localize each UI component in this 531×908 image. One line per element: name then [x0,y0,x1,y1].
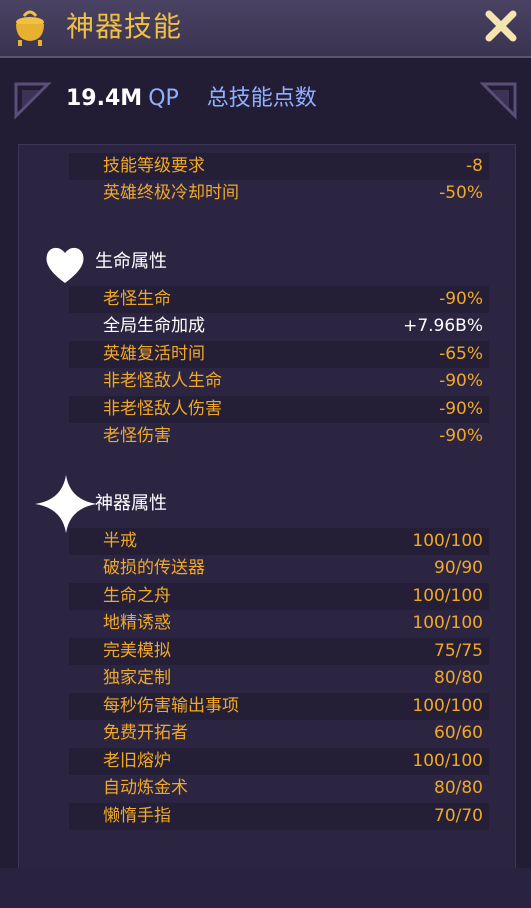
artifact-level: 100/100 [412,751,483,771]
sparkle-icon [35,475,97,533]
artifact-name: 自动炼金术 [103,778,188,798]
list-item: 半戒 100/100 [69,528,489,555]
skill-name: 全局生命加成 [103,316,205,336]
section-heading-life: 生命属性 [95,251,167,272]
list-item: 生命之舟 100/100 [69,583,489,610]
qp-value: 19.4M [66,86,143,111]
list-item: 技能等级要求 -8 [69,153,489,180]
artifact-level: 60/60 [434,723,483,743]
artifact-name: 完美模拟 [103,641,171,661]
qp-label: 总技能点数 [206,86,317,111]
skill-value: -50% [439,183,483,203]
artifact-level: 100/100 [412,696,483,716]
list-item: 老旧熔炉 100/100 [69,748,489,775]
artifact-name: 每秒伤害输出事项 [103,696,239,716]
list-item: 英雄复活时间 -65% [69,341,489,368]
skill-value: -90% [439,426,483,446]
bottom-bar [0,868,531,908]
skill-name: 英雄终极冷却时间 [103,183,239,203]
list-item: 英雄终极冷却时间 -50% [69,180,489,207]
list-item: 完美模拟 75/75 [69,638,489,665]
corner-ornament-icon [14,82,52,120]
skill-name: 老怪生命 [103,289,171,309]
skill-name: 非老怪敌人生命 [103,371,222,391]
artifact-skill-panel: 19.4M QP 总技能点数 技能等级要求 -8 英雄终极冷却时间 -50% 生命属… [0,58,531,908]
list-item: 独家定制 80/80 [69,665,489,692]
artifact-level: 70/70 [434,806,483,826]
total-qp: 19.4M QP 总技能点数 [66,82,317,116]
skill-value: -65% [439,344,483,364]
artifact-level: 100/100 [412,531,483,551]
artifact-level: 80/80 [434,668,483,688]
artifact-name: 半戒 [103,531,137,551]
skill-name: 英雄复活时间 [103,344,205,364]
artifact-name: 免费开拓者 [103,723,188,743]
artifact-name: 破损的传送器 [103,558,205,578]
artifact-name: 老旧熔炉 [103,751,171,771]
list-item: 全局生命加成 +7.96B% [69,313,489,340]
list-item: 非老怪敌人伤害 -90% [69,396,489,423]
list-item: 免费开拓者 60/60 [69,720,489,747]
list-item: 老怪生命 -90% [69,286,489,313]
title-bar: 神器技能 [0,0,531,58]
skill-value: -90% [439,399,483,419]
skill-value: -90% [439,289,483,309]
artifact-level: 100/100 [412,586,483,606]
artifact-level: 75/75 [434,641,483,661]
qp-header: 19.4M QP 总技能点数 [14,68,517,128]
list-item: 每秒伤害输出事项 100/100 [69,693,489,720]
page-title: 神器技能 [66,10,183,43]
heart-icon [46,247,84,283]
list-item: 老怪伤害 -90% [69,423,489,450]
skill-value: -8 [466,156,483,176]
skill-name: 非老怪敌人伤害 [103,399,222,419]
artifact-level: 90/90 [434,558,483,578]
skill-name: 技能等级要求 [103,156,205,176]
corner-ornament-icon [479,82,517,120]
artifact-level: 80/80 [434,778,483,798]
artifact-level: 100/100 [412,613,483,633]
artifact-name: 地精诱惑 [103,613,171,633]
list-item: 破损的传送器 90/90 [69,555,489,582]
artifact-name: 生命之舟 [103,586,171,606]
skill-value: +7.96B% [403,316,483,336]
artifact-name: 独家定制 [103,668,171,688]
list-item: 地精诱惑 100/100 [69,610,489,637]
list-item: 非老怪敌人生命 -90% [69,368,489,395]
skill-list[interactable]: 技能等级要求 -8 英雄终极冷却时间 -50% 生命属性 老怪生命 -90% 全… [18,144,516,906]
close-icon[interactable] [483,8,519,44]
list-item: 懒惰手指 70/70 [69,803,489,830]
skill-value: -90% [439,371,483,391]
artifact-name: 懒惰手指 [103,806,171,826]
section-heading-artifact: 神器属性 [95,493,167,514]
qp-unit: QP [148,86,179,111]
skill-name: 老怪伤害 [103,426,171,446]
cauldron-icon [16,10,44,46]
list-item: 自动炼金术 80/80 [69,775,489,802]
